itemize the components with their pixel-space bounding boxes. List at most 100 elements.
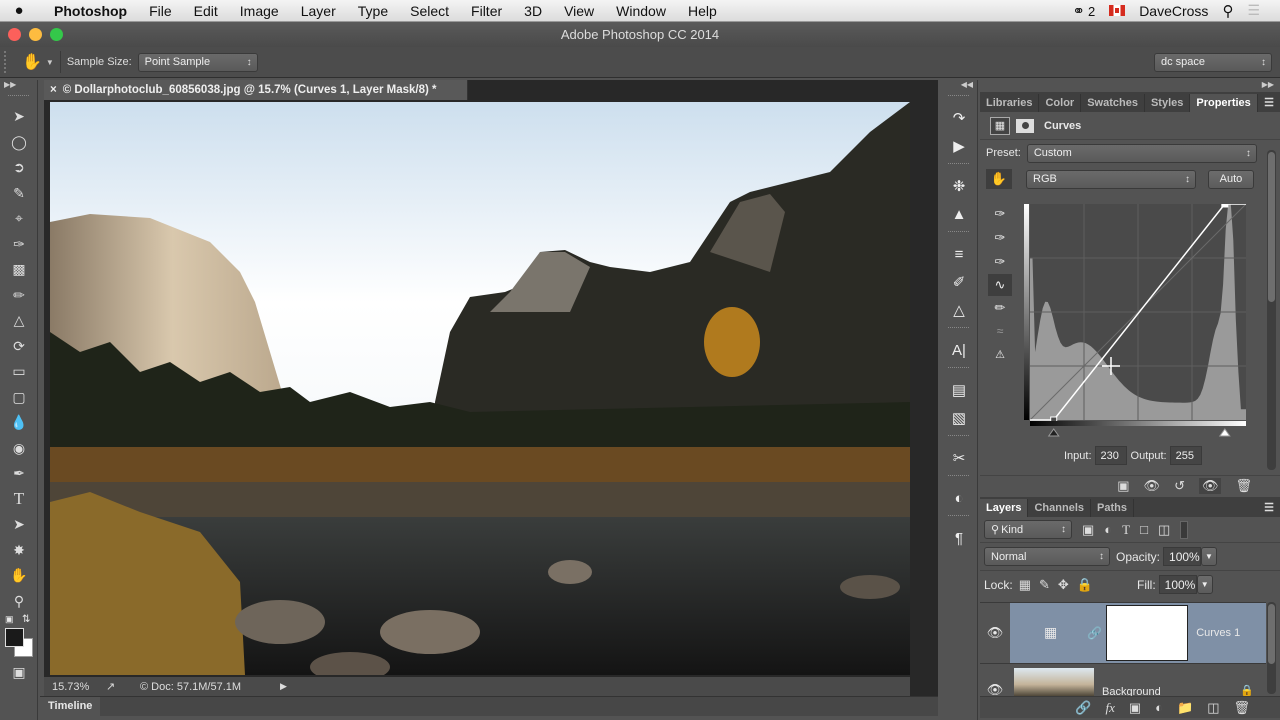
blend-mode-select[interactable]: Normal xyxy=(984,547,1110,566)
clone-stamp-tool-icon[interactable]: △ xyxy=(0,308,38,334)
character-panel-icon[interactable]: A| xyxy=(940,336,978,364)
delete-layer-icon[interactable]: 🗑 xyxy=(1233,700,1250,716)
menu-type[interactable]: Type xyxy=(347,3,399,19)
on-image-adjust-icon[interactable]: ✋ xyxy=(986,169,1012,189)
pen-tool-icon[interactable]: ✒ xyxy=(0,461,38,487)
brush-presets-icon[interactable]: ❉ xyxy=(940,172,978,200)
info-panel-icon[interactable]: ▤ xyxy=(940,376,978,404)
filter-pixel-layers-icon[interactable]: ▣ xyxy=(1082,522,1094,538)
layers-scrollbar[interactable] xyxy=(1267,602,1276,694)
layer-filter-select[interactable]: ⚲ Kind xyxy=(984,520,1072,539)
foreground-color-swatch[interactable] xyxy=(5,628,24,647)
lasso-tool-icon[interactable]: ➲ xyxy=(0,155,38,181)
menu-view[interactable]: View xyxy=(553,3,605,19)
close-document-icon[interactable]: × xyxy=(50,84,57,96)
notification-center-icon[interactable]: ☰ xyxy=(1247,2,1260,19)
menu-filter[interactable]: Filter xyxy=(460,3,513,19)
filter-toggle-switch[interactable] xyxy=(1180,520,1189,539)
creative-cloud-icon[interactable]: ⚭ 2 xyxy=(1072,2,1095,20)
add-mask-icon[interactable]: ▣ xyxy=(1129,700,1141,716)
document-tab[interactable]: × © Dollarphotoclub_60856038.jpg @ 15.7%… xyxy=(44,80,468,100)
mask-link-icon[interactable]: 🔗 xyxy=(1087,626,1102,640)
swap-colors-icon[interactable]: ⇅ xyxy=(22,614,30,625)
tab-libraries[interactable]: Libraries xyxy=(980,94,1040,112)
layer-mask-icon[interactable] xyxy=(1016,118,1034,133)
gray-point-eyedropper-icon[interactable]: ✑ xyxy=(988,226,1012,250)
strip-grip[interactable] xyxy=(948,515,969,521)
edit-points-curve-icon[interactable]: ∿ xyxy=(988,274,1012,296)
menu-image[interactable]: Image xyxy=(229,3,290,19)
new-adjustment-layer-icon[interactable]: ◐ xyxy=(1155,700,1163,715)
layer-name[interactable]: Curves 1 xyxy=(1196,627,1240,639)
input-field[interactable]: 230 xyxy=(1094,446,1127,465)
properties-scrollbar[interactable] xyxy=(1267,150,1276,470)
toolbox-collapse-icon[interactable]: ▶▶ xyxy=(0,80,37,92)
menu-3d[interactable]: 3D xyxy=(513,3,553,19)
tab-color[interactable]: Color xyxy=(1039,94,1082,112)
close-window-button[interactable] xyxy=(8,28,21,41)
menu-layer[interactable]: Layer xyxy=(290,3,347,19)
channel-select[interactable]: RGB xyxy=(1026,169,1196,189)
strip-grip[interactable] xyxy=(948,327,969,333)
layer-visibility-eye-icon[interactable]: 👁 xyxy=(980,682,1010,696)
brushes-icon[interactable]: ✐ xyxy=(940,268,978,296)
background-layer-thumbnail[interactable] xyxy=(1014,668,1094,696)
move-tool-icon[interactable]: ➤ xyxy=(0,104,38,130)
actions-panel-icon[interactable]: ▶ xyxy=(940,132,978,160)
filter-shape-layers-icon[interactable]: □ xyxy=(1140,522,1148,537)
zoom-level[interactable]: 15.73% xyxy=(44,681,100,693)
history-panel-icon[interactable]: ↷ xyxy=(940,104,978,132)
image-canvas[interactable] xyxy=(50,102,910,675)
preset-select[interactable]: Custom xyxy=(1026,143,1257,163)
menu-select[interactable]: Select xyxy=(399,3,460,19)
type-tool-icon[interactable]: T xyxy=(0,487,38,513)
tab-properties[interactable]: Properties xyxy=(1190,94,1258,112)
tool-presets-icon[interactable]: ≡ xyxy=(940,240,978,268)
opacity-dropdown-icon[interactable]: ▼ xyxy=(1201,547,1218,566)
gradient-tool-icon[interactable]: ▢ xyxy=(0,385,38,411)
tab-paths[interactable]: Paths xyxy=(1091,499,1134,517)
spotlight-search-icon[interactable]: ⚲ xyxy=(1222,2,1233,20)
notes-panel-icon[interactable]: ▧ xyxy=(940,404,978,432)
quick-mask-icon[interactable]: ▣ xyxy=(0,660,38,686)
strip-grip[interactable] xyxy=(948,231,969,237)
apple-menu-icon[interactable]: ● xyxy=(0,2,38,19)
smooth-curve-icon[interactable]: ≈ xyxy=(988,320,1012,342)
canada-flag-icon[interactable] xyxy=(1109,5,1126,16)
history-brush-tool-icon[interactable]: ⟳ xyxy=(0,334,38,360)
custom-shape-tool-icon[interactable]: ✸ xyxy=(0,538,38,564)
opacity-field[interactable]: 100% xyxy=(1163,547,1202,566)
tab-channels[interactable]: Channels xyxy=(1028,499,1091,517)
strip-grip[interactable] xyxy=(948,367,969,373)
blur-tool-icon[interactable]: 💧 xyxy=(0,410,38,436)
menu-window[interactable]: Window xyxy=(605,3,677,19)
menu-help[interactable]: Help xyxy=(677,3,728,19)
tab-swatches[interactable]: Swatches xyxy=(1081,94,1145,112)
new-layer-icon[interactable]: ◫ xyxy=(1207,700,1219,716)
filter-type-layers-icon[interactable]: T xyxy=(1122,522,1130,538)
path-selection-tool-icon[interactable]: ➤ xyxy=(0,512,38,538)
expand-panels-icon[interactable]: ▶▶ xyxy=(980,80,1280,92)
marquee-tool-icon[interactable]: ◯ xyxy=(0,130,38,156)
layer-visibility-eye-icon[interactable]: 👁 xyxy=(980,625,1010,641)
layers-panel-menu-icon[interactable]: ☰ xyxy=(1258,498,1280,517)
collapse-strip-icon[interactable]: ◀◀ xyxy=(940,80,977,92)
menu-file[interactable]: File xyxy=(138,3,183,19)
fill-field[interactable]: 100% xyxy=(1158,575,1197,594)
menu-photoshop[interactable]: Photoshop xyxy=(38,3,138,19)
layer-style-fx-icon[interactable]: fx xyxy=(1105,700,1114,716)
default-colors-icon[interactable]: ▣ xyxy=(5,614,14,625)
auto-button[interactable]: Auto xyxy=(1208,169,1254,189)
workspace-select[interactable]: dc space xyxy=(1154,52,1272,72)
quick-selection-tool-icon[interactable]: ✎ xyxy=(0,181,38,207)
delete-adjustment-icon[interactable]: 🗑 xyxy=(1235,478,1252,494)
clip-to-layer-icon[interactable]: ▣ xyxy=(1117,478,1129,494)
layer-mask-thumbnail[interactable] xyxy=(1106,604,1189,661)
toolbox-grip[interactable] xyxy=(8,95,29,101)
crop-tool-icon[interactable]: ⌖ xyxy=(0,206,38,232)
eyedropper-tool-icon[interactable]: ✑ xyxy=(0,232,38,258)
tab-styles[interactable]: Styles xyxy=(1145,94,1191,112)
filter-smart-objects-icon[interactable]: ◫ xyxy=(1158,522,1170,538)
strip-grip[interactable] xyxy=(948,163,969,169)
tab-layers[interactable]: Layers xyxy=(980,499,1029,517)
